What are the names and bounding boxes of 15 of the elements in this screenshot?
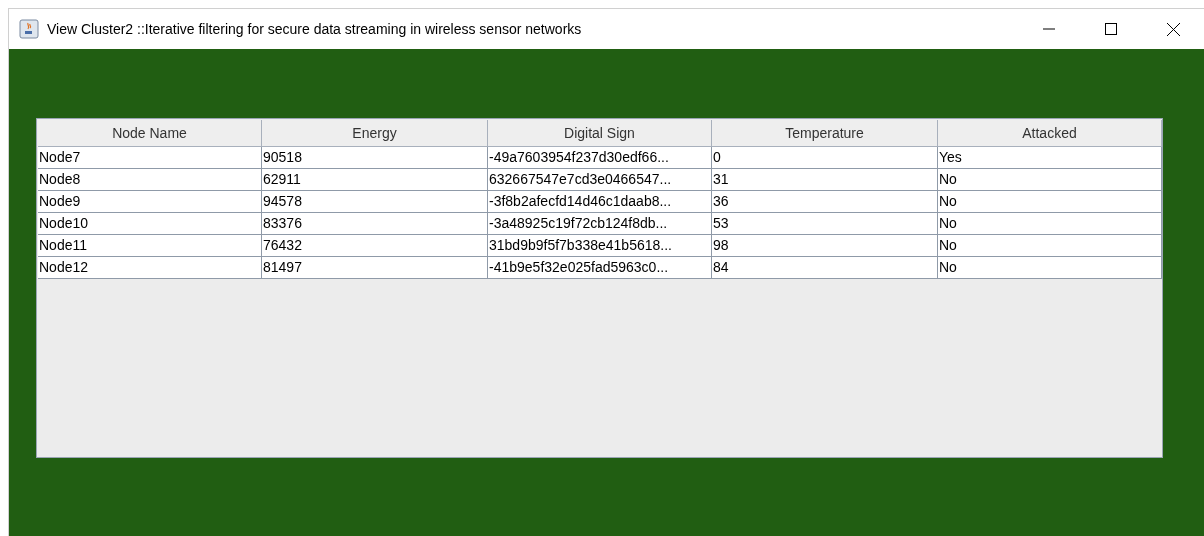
table-cell: -41b9e5f32e025fad5963c0... (488, 257, 712, 279)
column-header[interactable]: Attacked (938, 120, 1162, 147)
table-cell: 84 (712, 257, 938, 279)
table-cell: No (938, 257, 1162, 279)
column-header[interactable]: Node Name (38, 120, 262, 147)
table-cell: Node12 (38, 257, 262, 279)
java-cup-icon (19, 19, 39, 39)
maximize-icon (1105, 23, 1117, 35)
table-cell: 81497 (262, 257, 488, 279)
window-title: View Cluster2 ::Iterative filtering for secure data streaming in wireless sensor networks (47, 19, 582, 39)
close-icon (1166, 22, 1180, 36)
column-header[interactable]: Digital Sign (488, 120, 712, 147)
minimize-icon (1043, 28, 1055, 30)
column-header[interactable]: Temperature (712, 120, 938, 147)
column-header[interactable]: Energy (262, 120, 488, 147)
